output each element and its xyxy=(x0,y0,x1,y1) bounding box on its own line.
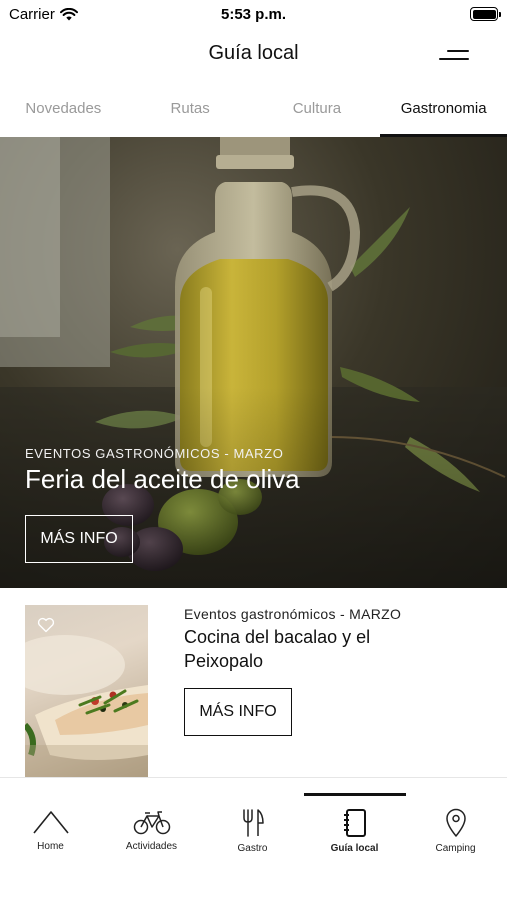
tabbar-item-camping[interactable]: Camping xyxy=(405,778,506,873)
bicycle-icon xyxy=(133,811,170,835)
battery-icon xyxy=(470,7,501,21)
tabbar-item-actividades[interactable]: Actividades xyxy=(101,778,202,873)
tab-cultura[interactable]: Cultura xyxy=(254,88,381,137)
event-card-title: Cocina del bacalao y el Peixopalo xyxy=(184,627,371,671)
page-title: Guía local xyxy=(208,42,299,64)
hero-title: Feria del aceite de oliva xyxy=(25,464,300,494)
hero-subtitle: EVENTOS GASTRONÓMICOS - MARZO xyxy=(25,446,284,461)
home-icon xyxy=(32,811,69,834)
event-card-more-info-button[interactable]: MÁS INFO xyxy=(184,688,292,736)
tabbar-label-camping: Camping xyxy=(435,843,476,854)
bottom-tab-bar: Home Actividades Gastro Guía local Campi… xyxy=(0,777,507,900)
event-card-image xyxy=(25,605,148,777)
cutlery-icon xyxy=(242,809,264,837)
nav-bar: Guía local xyxy=(0,30,507,80)
tabbar-item-guia-local[interactable]: Guía local xyxy=(304,778,405,873)
category-tabs: Novedades Rutas Cultura Gastronomia xyxy=(0,88,507,137)
tabbar-label-actividades: Actividades xyxy=(125,841,178,852)
event-card[interactable]: Eventos gastronómicos - MARZO Cocina del… xyxy=(0,605,507,777)
tabbar-label-guia-local: Guía local xyxy=(330,843,379,854)
notebook-icon xyxy=(343,809,366,837)
tabbar-label-home: Home xyxy=(37,841,64,852)
status-time: 5:53 p.m. xyxy=(220,6,287,23)
hero-banner[interactable]: EVENTOS GASTRONÓMICOS - MARZO Feria del … xyxy=(0,137,507,588)
menu-icon[interactable] xyxy=(439,48,469,62)
status-bar: Carrier 5:53 p.m. xyxy=(0,0,507,30)
location-pin-icon xyxy=(445,808,466,837)
event-card-subtitle: Eventos gastronómicos - MARZO xyxy=(184,606,402,622)
heart-icon[interactable] xyxy=(37,617,55,633)
tabbar-item-gastro[interactable]: Gastro xyxy=(202,778,303,873)
tab-gastronomia[interactable]: Gastronomia xyxy=(380,88,507,137)
tab-rutas[interactable]: Rutas xyxy=(127,88,254,137)
tabbar-label-gastro: Gastro xyxy=(237,843,268,854)
hero-more-info-button[interactable]: MÁS INFO xyxy=(25,515,133,563)
tabbar-item-home[interactable]: Home xyxy=(0,778,101,873)
tab-novedades[interactable]: Novedades xyxy=(0,88,127,137)
